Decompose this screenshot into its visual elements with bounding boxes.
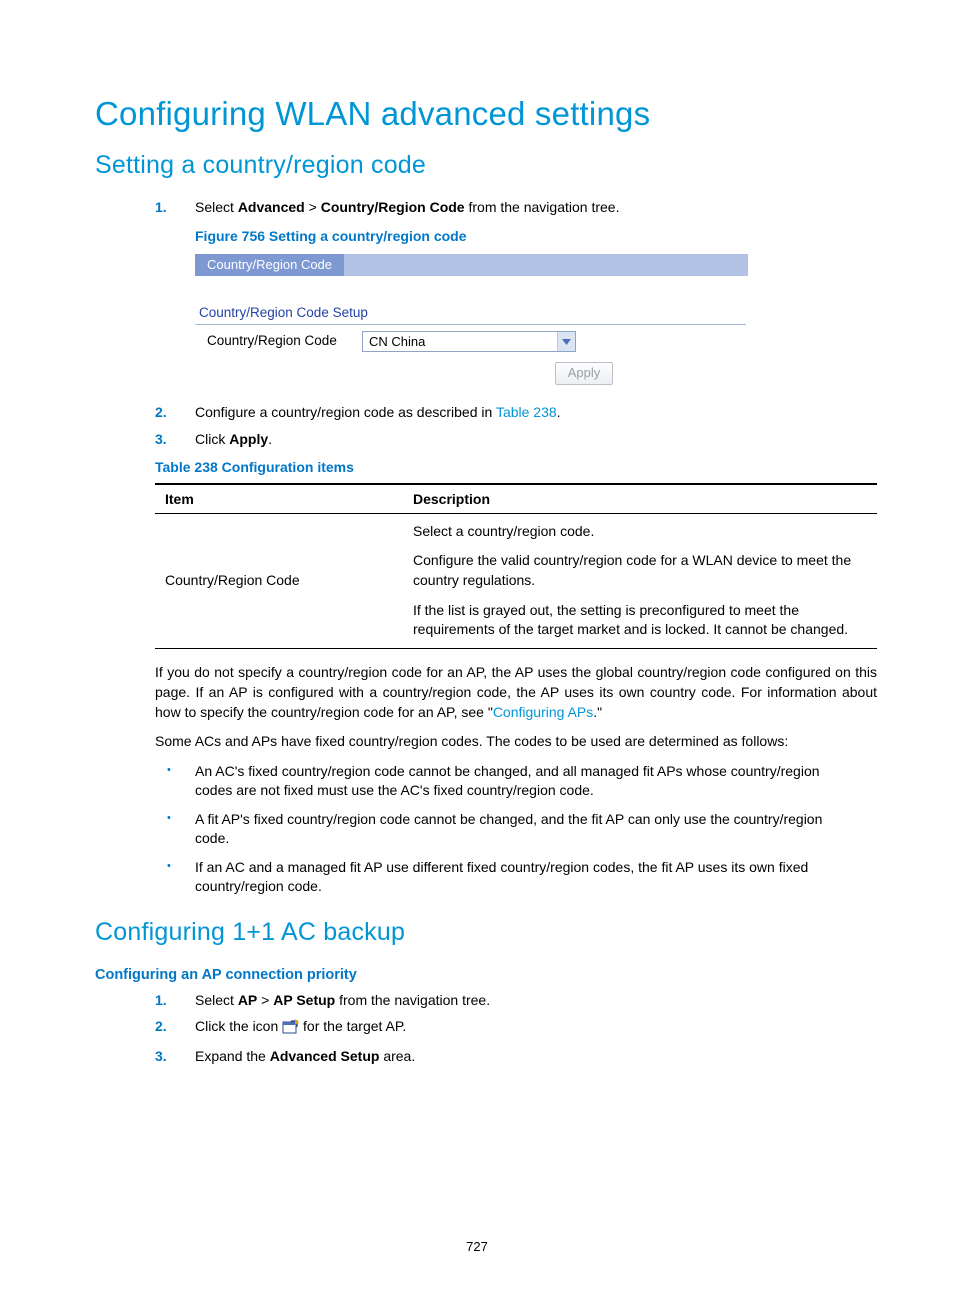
step-item: 1. Select Advanced > Country/Region Code… [95,198,859,385]
apply-button[interactable]: Apply [555,362,613,385]
step-number: 1. [155,198,167,217]
body-paragraph: Some ACs and APs have fixed country/regi… [155,732,877,752]
section-heading-country: Setting a country/region code [95,151,859,180]
page-number: 727 [0,1239,954,1254]
figure-screenshot: Country/Region Code Country/Region Code … [195,254,748,385]
step-item: 3. Click Apply. [95,430,859,449]
tab-country-region[interactable]: Country/Region Code [195,254,344,276]
config-table: Item Description Country/Region Code Sel… [155,483,877,649]
step-text: Select AP > AP Setup from the navigation… [195,992,490,1008]
step-number: 3. [155,430,167,449]
table-link[interactable]: Table 238 [496,404,557,420]
step-item: 1. Select AP > AP Setup from the navigat… [95,991,859,1010]
table-cell-item: Country/Region Code [155,513,403,648]
table-row: Country/Region Code Select a country/reg… [155,513,877,648]
table-header-desc: Description [403,484,877,514]
country-code-dropdown[interactable]: CN China [362,331,576,352]
edit-icon [282,1019,299,1039]
field-label: Country/Region Code [207,332,362,350]
step-number: 3. [155,1047,167,1066]
step-text: Click the icon for the target AP. [195,1018,406,1034]
step-number: 2. [155,1017,167,1036]
step-text: Select Advanced > Country/Region Code fr… [195,199,619,215]
list-item: A fit AP's fixed country/region code can… [95,810,859,848]
step-item: 2. Click the icon for the target AP. [95,1017,859,1039]
setup-section-title: Country/Region Code Setup [199,304,748,322]
table-caption: Table 238 Configuration items [155,459,859,475]
table-header-item: Item [155,484,403,514]
step-number: 1. [155,991,167,1010]
step-item: 3. Expand the Advanced Setup area. [95,1047,859,1066]
table-cell-desc: Select a country/region code. Configure … [403,513,877,648]
step-item: 2. Configure a country/region code as de… [95,403,859,422]
step-number: 2. [155,403,167,422]
chevron-down-icon[interactable] [557,332,575,351]
dropdown-value: CN China [369,333,425,351]
list-item: If an AC and a managed fit AP use differ… [95,858,859,896]
section-heading-backup: Configuring 1+1 AC backup [95,918,859,947]
step-text: Configure a country/region code as descr… [195,404,561,420]
step-text: Expand the Advanced Setup area. [195,1048,415,1064]
page-title: Configuring WLAN advanced settings [95,95,859,133]
figure-caption: Figure 756 Setting a country/region code [195,227,859,246]
subsection-heading: Configuring an AP connection priority [95,967,859,983]
body-paragraph: If you do not specify a country/region c… [155,663,877,723]
list-item: An AC's fixed country/region code cannot… [95,762,859,800]
configuring-aps-link[interactable]: Configuring APs [493,704,593,720]
step-text: Click Apply. [195,431,272,447]
